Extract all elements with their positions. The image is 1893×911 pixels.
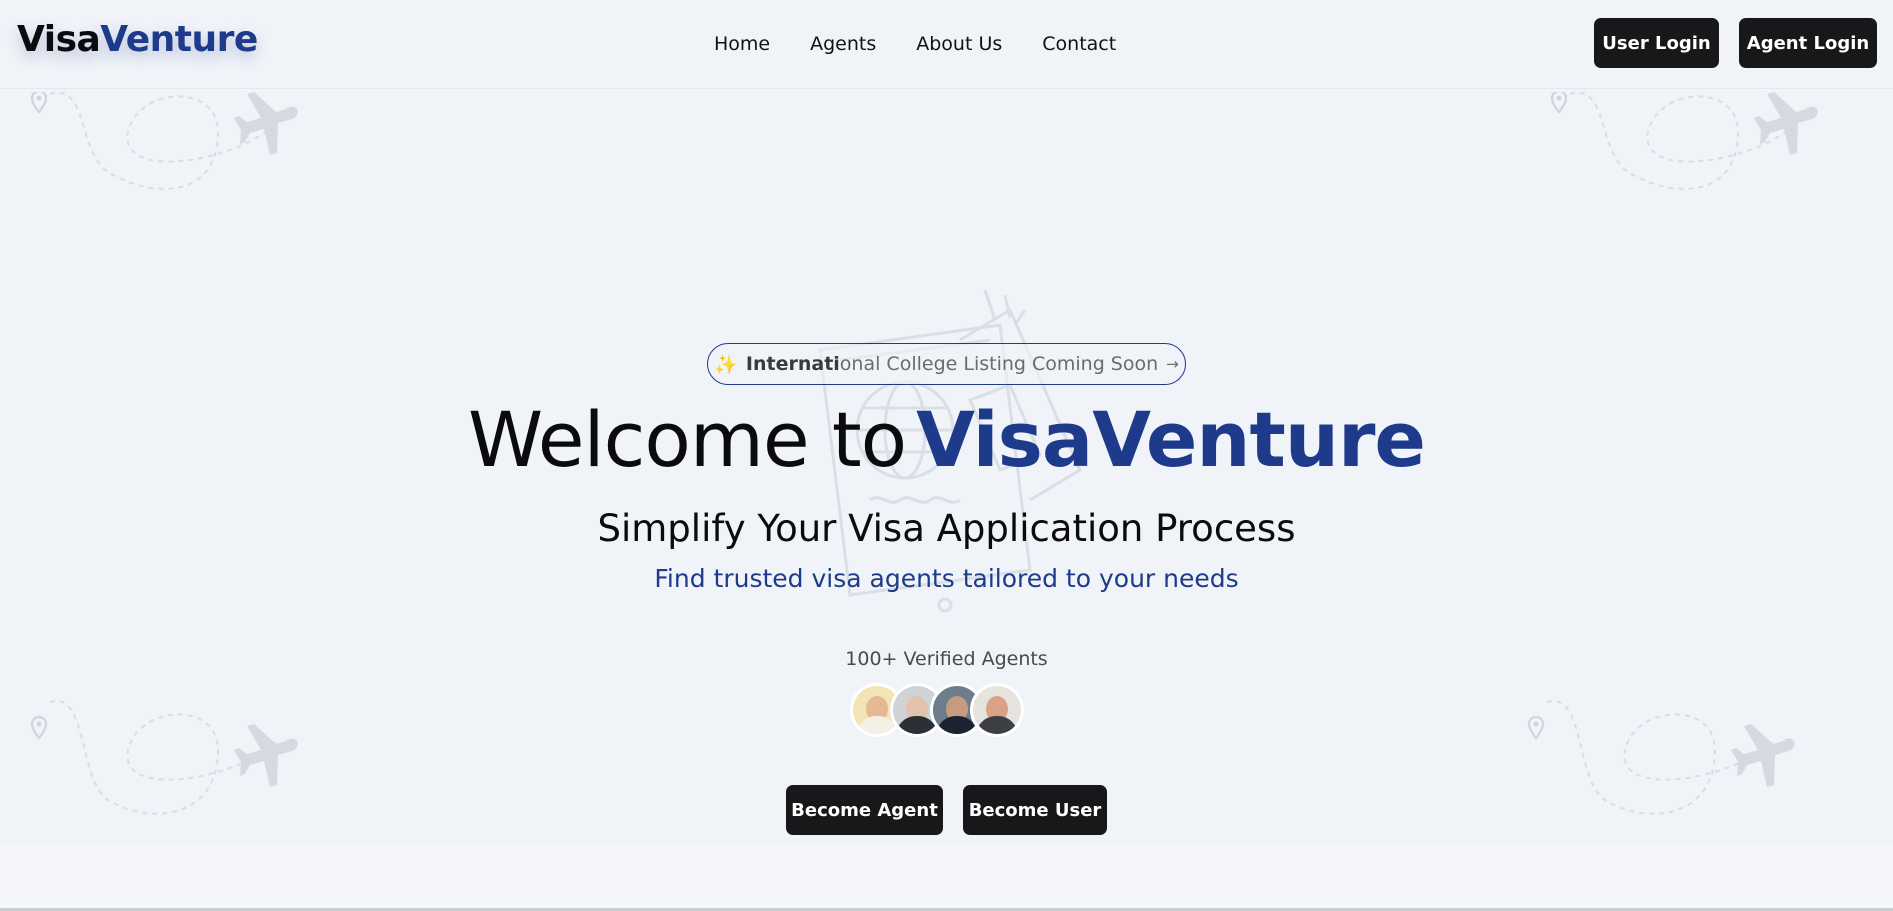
nav-agents[interactable]: Agents (810, 32, 876, 56)
avatar (970, 683, 1024, 737)
brand-logo[interactable]: VisaVenture (17, 22, 258, 58)
nav-about-us[interactable]: About Us (916, 32, 1002, 56)
brand-logo-part2: Venture (100, 19, 258, 60)
agent-login-button[interactable]: Agent Login (1739, 18, 1877, 68)
announcement-text-rest: onal College Listing Coming Soon (839, 353, 1159, 375)
hero-section: ✨ Internati onal College Listing Coming S… (0, 0, 1893, 911)
nav-home[interactable]: Home (714, 32, 770, 56)
user-login-button[interactable]: User Login (1594, 18, 1719, 68)
top-navbar: VisaVenture Home Agents About Us Contact… (0, 0, 1893, 89)
hero-title: Welcome to VisaVenture (0, 395, 1893, 485)
hero-title-brand: VisaVenture (916, 395, 1426, 484)
become-agent-button[interactable]: Become Agent (786, 785, 943, 835)
hero-title-part1: Welcome to (468, 395, 907, 484)
become-user-button[interactable]: Become User (963, 785, 1107, 835)
announcement-pill[interactable]: ✨ Internati onal College Listing Coming S… (707, 343, 1186, 385)
announcement-text-strong: Internati (745, 353, 840, 375)
main-nav: Home Agents About Us Contact (714, 32, 1156, 56)
agent-avatars (850, 683, 1024, 737)
hero-tagline: Find trusted visa agents tailored to you… (654, 564, 1239, 593)
verified-agents-label: 100+ Verified Agents (845, 648, 1048, 670)
hero-subtitle: Simplify Your Visa Application Process (597, 507, 1296, 550)
nav-contact[interactable]: Contact (1042, 32, 1116, 56)
brand-logo-part1: Visa (17, 19, 101, 60)
page: VisaVenture Home Agents About Us Contact… (0, 0, 1893, 911)
sparkles-icon: ✨ (714, 353, 738, 376)
arrow-right-icon: → (1166, 355, 1179, 373)
